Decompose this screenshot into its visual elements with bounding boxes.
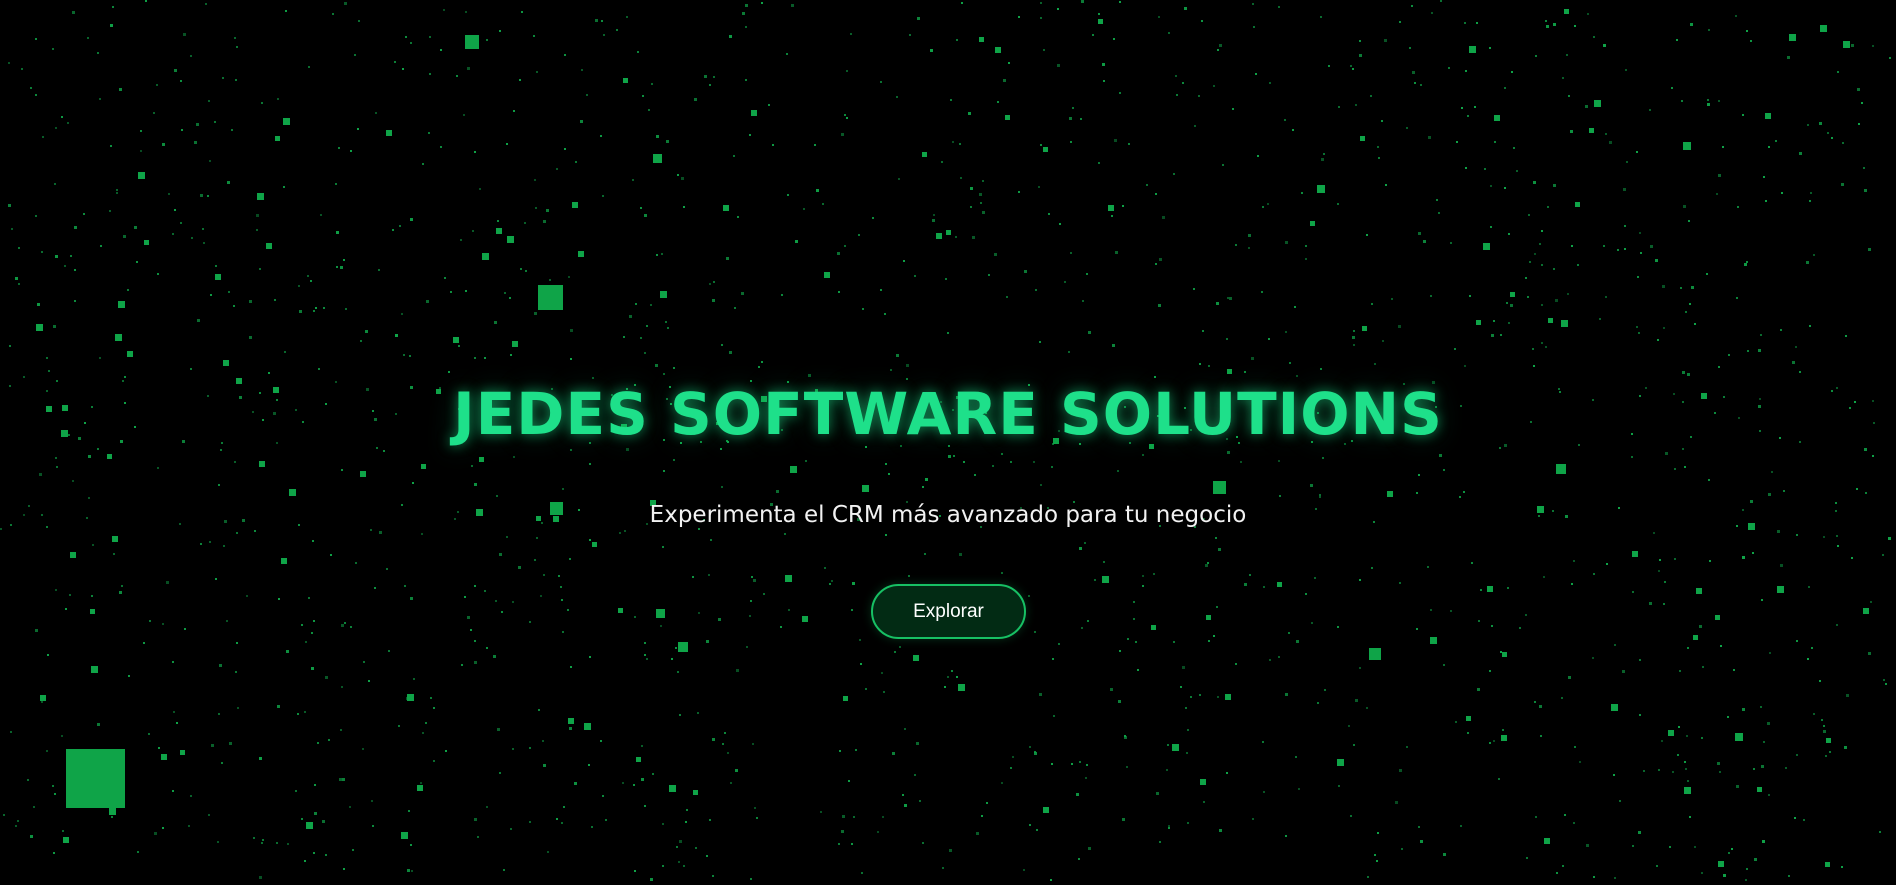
- hero-title: JEDES SOFTWARE SOLUTIONS: [453, 380, 1443, 448]
- explore-button[interactable]: Explorar: [871, 584, 1026, 639]
- hero-subtitle: Experimenta el CRM más avanzado para tu …: [649, 502, 1247, 528]
- landing-page: JEDES SOFTWARE SOLUTIONS Experimenta el …: [0, 0, 1896, 885]
- hero-section: JEDES SOFTWARE SOLUTIONS Experimenta el …: [0, 0, 1896, 885]
